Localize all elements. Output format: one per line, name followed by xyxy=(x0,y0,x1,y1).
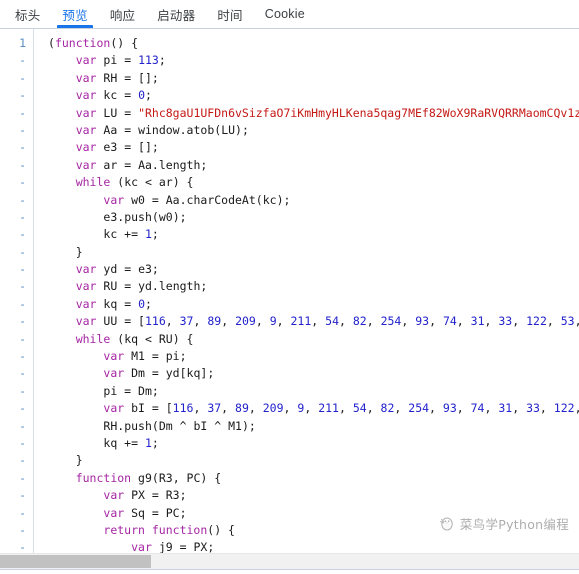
code-line: } xyxy=(48,244,83,259)
tab-label: 时间 xyxy=(217,8,243,23)
code-line: RH.push(Dm ^ bI ^ M1); xyxy=(103,418,256,433)
line-wrap-marker: - xyxy=(19,366,26,381)
tab-timing[interactable]: 时间 xyxy=(206,0,253,28)
code-line: var kc = 0; xyxy=(75,88,152,103)
code-preview-area: 1 - - - - - - - - - - - - - - - - - - - - - - - - - - - - - (function… xyxy=(0,29,579,553)
line-wrap-marker: - xyxy=(19,209,26,224)
code-line: var RH = []; xyxy=(75,70,159,85)
code-line: var LU = "Rhc8gaU1UFDn6vSizfaO7iKmHmyHLK… xyxy=(75,105,579,120)
line-wrap-marker: - xyxy=(19,522,26,537)
line-wrap-marker: - xyxy=(19,331,26,346)
panel-bottom-border xyxy=(0,569,579,574)
code-line: var Sq = PC; xyxy=(103,505,187,520)
tab-response[interactable]: 响应 xyxy=(99,0,146,28)
code-line: function g9(R3, PC) { xyxy=(75,470,222,485)
horizontal-scrollbar[interactable] xyxy=(0,553,579,569)
code-line: var yd = e3; xyxy=(75,262,159,277)
line-wrap-marker: - xyxy=(19,53,26,68)
line-wrap-marker: - xyxy=(19,140,26,155)
line-wrap-marker: - xyxy=(19,349,26,364)
code-line: } xyxy=(48,453,83,468)
line-wrap-marker: - xyxy=(19,401,26,416)
line-wrap-marker: - xyxy=(19,192,26,207)
tab-label: 响应 xyxy=(109,8,136,23)
code-line: var Dm = yd[kq]; xyxy=(103,366,215,381)
line-wrap-marker: - xyxy=(19,296,26,311)
line-wrap-marker: - xyxy=(19,88,26,103)
code-line: kc += 1; xyxy=(103,227,159,242)
code-line: var kq = 0; xyxy=(75,296,152,311)
code-line: while (kc < ar) { xyxy=(75,175,194,190)
tab-initiator[interactable]: 启动器 xyxy=(146,0,206,28)
line-number-gutter: 1 - - - - - - - - - - - - - - - - - - - - - - - - - - - - - xyxy=(0,29,33,553)
line-wrap-marker: - xyxy=(19,70,26,85)
code-line: e3.push(w0); xyxy=(103,209,187,224)
code-line: return function() { xyxy=(103,522,235,537)
source-code: (function() { var pi = 113; var RH = [];… xyxy=(48,35,579,553)
line-wrap-marker: - xyxy=(19,540,26,553)
line-wrap-marker: - xyxy=(19,435,26,450)
code-line: var M1 = pi; xyxy=(103,349,187,364)
code-line: var ar = Aa.length; xyxy=(75,157,208,172)
code-line: var Aa = window.atob(LU); xyxy=(75,122,249,137)
code-line: var j9 = PX; xyxy=(131,540,215,553)
tab-label: 预览 xyxy=(62,8,88,23)
tab-label: 启动器 xyxy=(157,8,196,23)
code-line: var pi = 113; xyxy=(75,53,166,68)
devtools-panel: 标头 预览 响应 启动器 时间 Cookie 1 - - - - - - - - - - - - - - - -… xyxy=(0,0,579,574)
line-wrap-marker: - xyxy=(19,470,26,485)
code-line: while (kq < RU) { xyxy=(75,331,194,346)
line-wrap-marker: - xyxy=(19,244,26,259)
line-wrap-marker: - xyxy=(19,505,26,520)
code-line: var PX = R3; xyxy=(103,488,187,503)
tab-headers[interactable]: 标头 xyxy=(4,0,51,28)
line-wrap-marker: - xyxy=(19,383,26,398)
line-wrap-marker: - xyxy=(19,453,26,468)
tab-preview[interactable]: 预览 xyxy=(51,0,98,28)
code-line: var RU = yd.length; xyxy=(75,279,208,294)
line-wrap-marker: - xyxy=(19,175,26,190)
tab-label: Cookie xyxy=(264,7,305,21)
devtools-tabbar: 标头 预览 响应 启动器 时间 Cookie xyxy=(0,0,579,29)
line-wrap-marker: - xyxy=(19,227,26,242)
code-scroll-container[interactable]: (function() { var pi = 113; var RH = [];… xyxy=(34,29,579,553)
code-line: pi = Dm; xyxy=(103,383,159,398)
line-wrap-marker: - xyxy=(19,105,26,120)
code-line: var UU = [116, 37, 89, 209, 9, 211, 54, … xyxy=(75,314,579,329)
line-number: 1 xyxy=(19,36,26,50)
line-wrap-marker: - xyxy=(19,314,26,329)
tab-cookie[interactable]: Cookie xyxy=(254,0,316,28)
tab-label: 标头 xyxy=(15,8,41,23)
code-line: kq += 1; xyxy=(103,435,159,450)
line-wrap-marker: - xyxy=(19,418,26,433)
code-line: var bI = [116, 37, 89, 209, 9, 211, 54, … xyxy=(103,401,579,416)
code-line: var e3 = []; xyxy=(75,140,159,155)
code-line: (function() { xyxy=(48,36,139,50)
line-wrap-marker: - xyxy=(19,157,26,172)
line-wrap-marker: - xyxy=(19,262,26,277)
line-wrap-marker: - xyxy=(19,279,26,294)
code-line: var w0 = Aa.charCodeAt(kc); xyxy=(103,192,291,207)
line-wrap-marker: - xyxy=(19,122,26,137)
line-wrap-marker: - xyxy=(19,488,26,503)
scrollbar-thumb[interactable] xyxy=(0,555,151,568)
